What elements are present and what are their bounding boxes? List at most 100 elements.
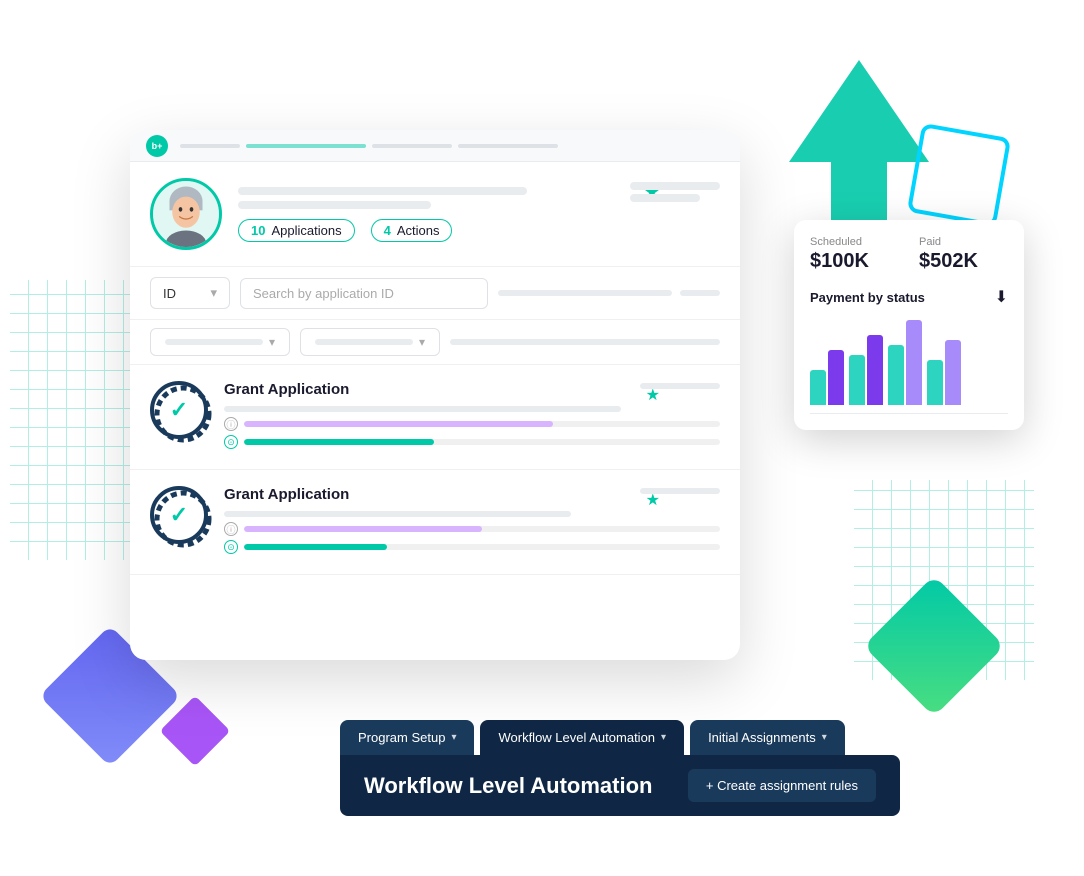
grant-right-lines-1 <box>640 383 720 389</box>
filter-line-2 <box>680 290 720 296</box>
bottom-toolbar: Program Setup ▾ Workflow Level Automatio… <box>340 720 900 816</box>
tab-initial-assignments[interactable]: Initial Assignments ▾ <box>690 720 845 755</box>
info-dot-1a: ⓘ <box>224 417 238 431</box>
filter-extra-lines <box>498 290 720 296</box>
bar-2-teal <box>849 355 865 405</box>
app-card: b+ <box>130 130 740 660</box>
paid-label: Paid <box>919 236 1008 248</box>
toolbar-main: Workflow Level Automation + Create assig… <box>340 755 900 816</box>
bar-4-teal <box>927 360 943 405</box>
bar-1-purple <box>828 350 844 405</box>
profile-section: 10 Applications 4 Actions ★ <box>130 162 740 267</box>
create-assignment-rules-button[interactable]: + Create assignment rules <box>688 769 876 802</box>
scheduled-value: $100K <box>810 250 899 273</box>
grant-subrow-2b: ⊙ <box>224 540 720 554</box>
bar-group-4 <box>927 340 961 405</box>
badge-applications[interactable]: 10 Applications <box>238 219 355 242</box>
download-icon[interactable]: ⬇ <box>995 287 1008 307</box>
payment-card: Scheduled $100K Paid $502K Payment by st… <box>794 220 1024 430</box>
id-filter-select[interactable]: ID ▾ <box>150 277 230 309</box>
avatar-image <box>153 178 219 250</box>
bar-1-teal <box>810 370 826 405</box>
id-filter-chevron: ▾ <box>210 285 217 301</box>
payment-header: Scheduled $100K Paid $502K <box>810 236 1008 273</box>
info-dot-2b: ⊙ <box>224 540 238 554</box>
topbar-bar-1 <box>180 144 240 148</box>
progress-bar-2a <box>244 526 720 532</box>
toolbar-heading: Workflow Level Automation <box>364 773 652 799</box>
payment-title: Payment by status <box>810 290 925 305</box>
profile-name-line <box>238 187 527 195</box>
scheduled-stat: Scheduled $100K <box>810 236 899 273</box>
filter-pill-1-chevron: ▾ <box>269 335 275 349</box>
chart-baseline <box>810 413 1008 414</box>
profile-right-line-2 <box>630 194 700 202</box>
toolbar-tabs: Program Setup ▾ Workflow Level Automatio… <box>340 720 900 755</box>
grant-line-1a <box>224 406 621 412</box>
progress-fill-2b <box>244 544 387 550</box>
bar-group-2 <box>849 335 883 405</box>
grant-seal-1: ✓ <box>150 381 208 439</box>
topbar-bar-4 <box>458 144 558 148</box>
paid-value: $502K <box>919 250 1008 273</box>
app-logo: b+ <box>146 135 168 157</box>
grant-right-line-2a <box>640 488 720 494</box>
bar-2-purple <box>867 335 883 405</box>
tab-program-setup[interactable]: Program Setup ▾ <box>340 720 474 755</box>
filter-row2-line <box>450 339 720 345</box>
filter-row2-extra <box>450 328 720 356</box>
grant-check-2: ✓ <box>170 502 188 528</box>
tab-workflow-automation-chevron: ▾ <box>661 732 666 743</box>
progress-bar-1b <box>244 439 720 445</box>
grant-right-lines-2 <box>640 488 720 494</box>
filter-row-2: ▾ ▾ <box>130 320 740 365</box>
grant-row-1: ✓ Grant Application ⓘ ⊙ ★ <box>130 365 740 470</box>
bar-group-3 <box>888 320 922 405</box>
grant-subrow-1b: ⊙ <box>224 435 720 449</box>
grant-right-line-1a <box>640 383 720 389</box>
grant-check-1: ✓ <box>170 397 188 423</box>
filter-pill-1[interactable]: ▾ <box>150 328 290 356</box>
filter-pill-2[interactable]: ▾ <box>300 328 440 356</box>
bar-4-purple <box>945 340 961 405</box>
cyan-square-decor <box>907 123 1011 227</box>
bar-3-purple <box>906 320 922 405</box>
tab-program-setup-chevron: ▾ <box>451 732 456 743</box>
search-input[interactable]: Search by application ID <box>240 278 488 309</box>
progress-fill-2a <box>244 526 482 532</box>
app-topbar: b+ <box>130 130 740 162</box>
payment-title-row: Payment by status ⬇ <box>810 287 1008 307</box>
grant-line-2a <box>224 511 571 517</box>
grant-subrow-1a: ⓘ <box>224 417 720 431</box>
profile-right-line-1 <box>630 182 720 190</box>
grant-subrow-2a: ⓘ <box>224 522 720 536</box>
profile-right-lines <box>630 182 720 202</box>
bar-3-teal <box>888 345 904 405</box>
filter-row-1: ID ▾ Search by application ID <box>130 267 740 320</box>
filter-pill-2-chevron: ▾ <box>419 335 425 349</box>
filter-pill-2-line <box>315 339 413 345</box>
topbar-lines <box>180 144 724 148</box>
topbar-bar-3 <box>372 144 452 148</box>
grant-seal-2: ✓ <box>150 486 208 544</box>
tab-initial-assignments-chevron: ▾ <box>822 732 827 743</box>
tab-workflow-automation[interactable]: Workflow Level Automation ▾ <box>480 720 684 755</box>
bar-group-1 <box>810 350 844 405</box>
grant-row-2: ✓ Grant Application ⓘ ⊙ ★ <box>130 470 740 575</box>
topbar-bar-2 <box>246 144 366 148</box>
profile-sub-line <box>238 201 431 209</box>
filter-line-1 <box>498 290 672 296</box>
badge-actions[interactable]: 4 Actions <box>371 219 453 242</box>
avatar <box>150 178 222 250</box>
filter-pill-1-line <box>165 339 263 345</box>
bar-chart <box>810 319 1008 409</box>
scheduled-label: Scheduled <box>810 236 899 248</box>
progress-fill-1a <box>244 421 553 427</box>
profile-badges: 10 Applications 4 Actions <box>238 219 720 242</box>
paid-stat: Paid $502K <box>919 236 1008 273</box>
progress-fill-1b <box>244 439 434 445</box>
info-dot-2a: ⓘ <box>224 522 238 536</box>
progress-bar-2b <box>244 544 720 550</box>
info-dot-1b: ⊙ <box>224 435 238 449</box>
progress-bar-1a <box>244 421 720 427</box>
